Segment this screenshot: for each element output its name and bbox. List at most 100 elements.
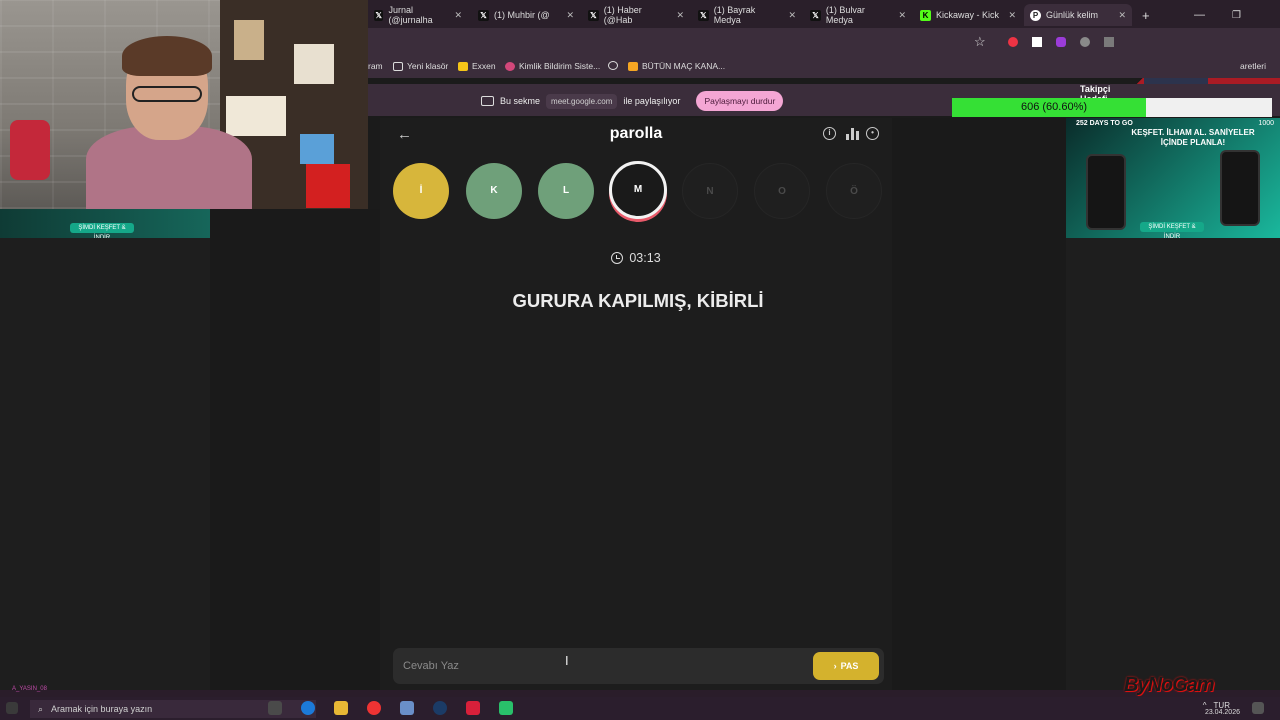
bookmark-folder[interactable]: Yeni klasör bbox=[393, 61, 448, 71]
parolla-game: ← parolla i • İ K L M N O Ö 03:13 GURURA… bbox=[380, 118, 892, 690]
channel-watermark: ByNoGam bbox=[1124, 674, 1215, 696]
share-host: meet.google.com bbox=[546, 93, 618, 109]
address-bar-row: ☆ bbox=[368, 28, 1280, 56]
bookmark-kimlik[interactable]: Kimlik Bildirim Siste... bbox=[505, 61, 600, 71]
letter-circle: N bbox=[682, 163, 738, 219]
extension-icon[interactable] bbox=[1056, 37, 1066, 47]
info-icon[interactable]: i bbox=[823, 127, 836, 140]
minimize-button[interactable]: — bbox=[1188, 4, 1205, 26]
close-icon[interactable]: ✕ bbox=[1118, 10, 1126, 21]
star-icon[interactable]: ☆ bbox=[974, 34, 986, 50]
promo-cta-left: ŞİMDİ KEŞFET & İNDİR bbox=[70, 223, 134, 241]
bookmark-mac-kanal[interactable]: BÜTÜN MAÇ KANA... bbox=[628, 61, 725, 71]
promo-headline: KEŞFET. İLHAM AL. SANİYELER İÇİNDE PLANL… bbox=[1131, 128, 1255, 147]
right-promo-banner: 252 DAYS TO GO 1000 KEŞFET. İLHAM AL. SA… bbox=[1066, 118, 1280, 238]
kick-logo-icon: K bbox=[920, 9, 931, 21]
tab-kickaway[interactable]: K Kickaway - Kick ✕ bbox=[914, 4, 1022, 26]
tab-muhbir[interactable]: 𝕏 (1) Muhbir (@ ✕ bbox=[472, 4, 580, 26]
letter-circle: İ bbox=[393, 163, 449, 219]
stats-icon[interactable] bbox=[846, 128, 859, 140]
answer-input[interactable] bbox=[403, 657, 803, 675]
x-logo-icon: 𝕏 bbox=[374, 9, 384, 21]
stream-bottom-strip bbox=[0, 690, 1280, 697]
promo-days: 252 DAYS TO GO bbox=[1076, 120, 1133, 127]
timer-value: 03:13 bbox=[629, 251, 661, 265]
game-logo: parolla bbox=[609, 125, 663, 142]
chat-username: A_YASIN_08 bbox=[12, 686, 47, 692]
phone-mockup bbox=[1086, 154, 1126, 230]
tab-haber[interactable]: 𝕏 (1) Haber (@Hab ✕ bbox=[582, 4, 690, 26]
close-icon[interactable]: ✕ bbox=[454, 10, 462, 21]
windows-start-icon[interactable] bbox=[6, 702, 18, 714]
parolla-icon: P bbox=[1030, 9, 1041, 21]
clock-icon bbox=[611, 252, 624, 264]
letter-circle: L bbox=[538, 163, 594, 219]
screen-share-icon bbox=[481, 96, 494, 106]
windows-taskbar: ⌕ Aramak için buraya yazın ^ TUR 23.04.2… bbox=[0, 697, 1280, 720]
opera-icon[interactable] bbox=[466, 701, 480, 715]
file-explorer-icon[interactable] bbox=[334, 701, 348, 715]
follower-goal-bar: 606 (60.60%) bbox=[952, 98, 1272, 117]
question-clue: GURURA KAPILMIŞ, KİBİRLİ bbox=[512, 290, 764, 311]
x-logo-icon: 𝕏 bbox=[698, 9, 709, 21]
folder-icon bbox=[393, 61, 403, 71]
close-icon[interactable]: ✕ bbox=[1008, 10, 1016, 21]
quill-icon bbox=[505, 61, 515, 71]
close-icon[interactable]: ✕ bbox=[788, 10, 796, 21]
countdown-timer: 03:13 bbox=[380, 251, 892, 265]
x-logo-icon: 𝕏 bbox=[478, 9, 489, 21]
globe-icon bbox=[608, 61, 618, 70]
follower-goal-value: 606 (60.60%) bbox=[1020, 101, 1088, 113]
tab-bulvar-medya[interactable]: 𝕏 (1) Bulvar Medya ✕ bbox=[804, 4, 912, 26]
right-dark-panel bbox=[1066, 238, 1280, 690]
x-logo-icon: 𝕏 bbox=[810, 9, 821, 21]
answer-bar: › PAS bbox=[393, 648, 884, 684]
bookmark-item[interactable]: ram bbox=[368, 61, 383, 71]
extension-icon[interactable] bbox=[1104, 37, 1114, 47]
stop-sharing-button[interactable]: Paylaşmayı durdur bbox=[696, 91, 784, 111]
notification-icon[interactable] bbox=[1252, 702, 1264, 714]
exxen-icon bbox=[458, 61, 468, 71]
steam-icon[interactable] bbox=[433, 701, 447, 715]
letter-circle: O bbox=[754, 163, 810, 219]
letter-circle: K bbox=[466, 163, 522, 219]
bookmark-other[interactable]: aretleri bbox=[1240, 61, 1266, 71]
left-dark-panel bbox=[0, 238, 210, 690]
x-logo-icon: 𝕏 bbox=[588, 9, 599, 21]
app-icon[interactable] bbox=[400, 701, 414, 715]
bookmark-exxen[interactable]: Exxen bbox=[458, 61, 496, 71]
maximize-button[interactable]: ❐ bbox=[1226, 4, 1242, 26]
tab-bayrak-medya[interactable]: 𝕏 (1) Bayrak Medya ✕ bbox=[692, 4, 802, 26]
promo-cta-right: ŞİMDİ KEŞFET & İNDİR bbox=[1140, 222, 1204, 238]
app-icon[interactable] bbox=[499, 701, 513, 715]
webcam-overlay bbox=[0, 0, 368, 209]
bookmarks-bar: ram Yeni klasör Exxen Kimlik Bildirim Si… bbox=[368, 56, 1280, 78]
promo-max: 1000 bbox=[1258, 120, 1274, 127]
chrome-icon[interactable] bbox=[367, 701, 381, 715]
extension-icon[interactable] bbox=[1032, 37, 1042, 47]
extension-icon[interactable] bbox=[1080, 37, 1090, 47]
task-view-icon[interactable] bbox=[268, 701, 282, 715]
edge-icon[interactable] bbox=[301, 701, 315, 715]
new-tab-button[interactable]: + bbox=[1136, 4, 1158, 26]
close-icon[interactable]: ✕ bbox=[898, 10, 906, 21]
profile-icon[interactable]: • bbox=[866, 127, 879, 140]
letter-circle-current: M bbox=[609, 161, 667, 219]
browser-tab-bar: 𝕏 Jurnal (@jurnalha ✕ 𝕏 (1) Muhbir (@ ✕ … bbox=[368, 0, 1280, 28]
jp-icon bbox=[628, 61, 638, 71]
page-margin-left bbox=[210, 209, 380, 690]
close-icon[interactable]: ✕ bbox=[566, 10, 574, 21]
tab-gunluk-kelime[interactable]: P Günlük kelim ✕ bbox=[1024, 4, 1132, 26]
taskbar-clock[interactable]: 23.04.2026 bbox=[1205, 698, 1240, 717]
tab-jurnal[interactable]: 𝕏 Jurnal (@jurnalha ✕ bbox=[368, 4, 468, 26]
close-icon[interactable]: ✕ bbox=[676, 10, 684, 21]
letter-circle: Ö bbox=[826, 163, 882, 219]
search-icon: ⌕ bbox=[38, 703, 44, 714]
extension-icon[interactable] bbox=[1008, 37, 1018, 47]
pass-button[interactable]: › PAS bbox=[813, 652, 879, 680]
text-cursor-icon: I bbox=[565, 653, 569, 668]
bookmark-globe[interactable] bbox=[608, 61, 622, 70]
chevron-right-icon: › bbox=[833, 661, 837, 671]
left-promo-banner: ŞİMDİ KEŞFET & İNDİR bbox=[0, 209, 210, 241]
phone-mockup bbox=[1220, 150, 1260, 226]
